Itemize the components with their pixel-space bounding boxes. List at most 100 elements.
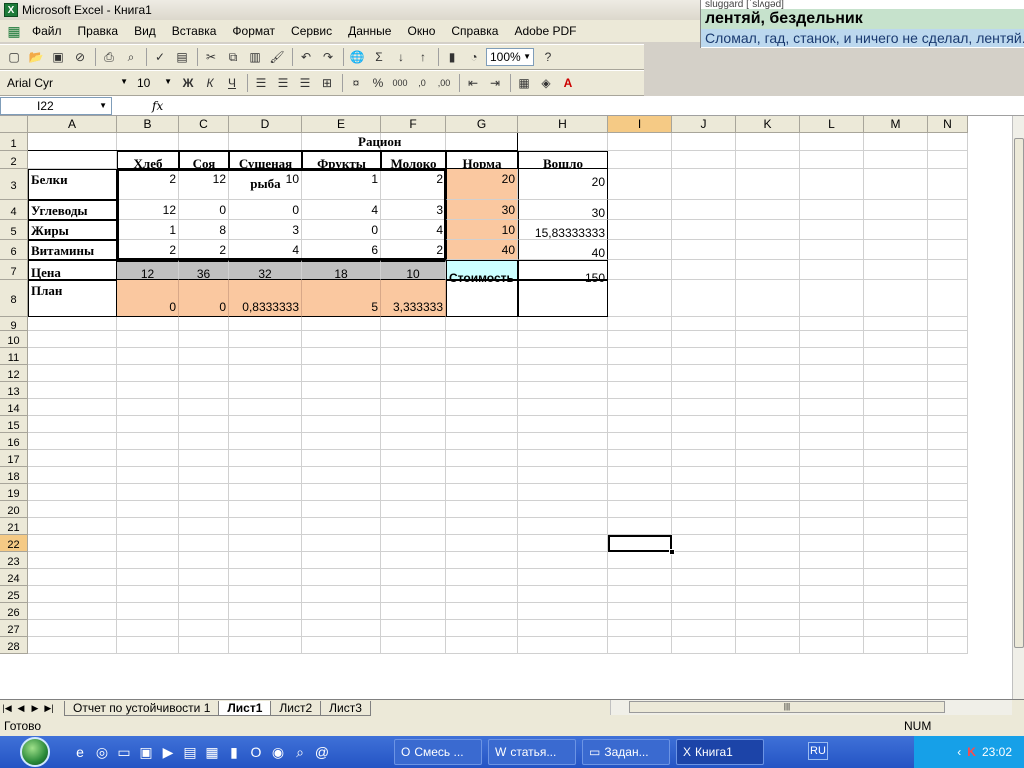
- cell[interactable]: [446, 501, 518, 518]
- cell[interactable]: [928, 317, 968, 331]
- cell[interactable]: [229, 637, 302, 654]
- cell[interactable]: [518, 133, 608, 151]
- font-color-icon[interactable]: A: [558, 73, 578, 93]
- cell[interactable]: [179, 603, 229, 620]
- column-header-n[interactable]: N: [928, 116, 968, 133]
- nutrient-value[interactable]: 0: [229, 200, 302, 220]
- row-header-11[interactable]: 11: [0, 348, 28, 365]
- cell[interactable]: [179, 501, 229, 518]
- row-header-9[interactable]: 9: [0, 317, 28, 332]
- cell[interactable]: [229, 603, 302, 620]
- cell[interactable]: [229, 484, 302, 501]
- column-header-g[interactable]: G: [446, 116, 518, 133]
- cell[interactable]: [179, 348, 229, 365]
- cell[interactable]: [302, 399, 381, 416]
- row-header-18[interactable]: 18: [0, 467, 28, 484]
- borders-icon[interactable]: ▦: [514, 73, 534, 93]
- percent-icon[interactable]: %: [368, 73, 388, 93]
- cell[interactable]: [736, 280, 800, 317]
- cell[interactable]: [736, 317, 800, 331]
- italic-icon[interactable]: К: [200, 73, 220, 93]
- cell[interactable]: [608, 552, 672, 569]
- cell[interactable]: [381, 637, 446, 654]
- header-6[interactable]: Вошло: [518, 151, 608, 171]
- row-header-8[interactable]: 8: [0, 280, 28, 317]
- cell[interactable]: [608, 518, 672, 535]
- cell[interactable]: [672, 416, 736, 433]
- cell[interactable]: [229, 518, 302, 535]
- column-header-m[interactable]: M: [864, 116, 928, 133]
- cell[interactable]: [28, 518, 117, 535]
- cell[interactable]: [179, 317, 229, 331]
- cell[interactable]: [381, 416, 446, 433]
- cell[interactable]: [117, 586, 179, 603]
- got-value[interactable]: 15,83333333: [518, 220, 608, 240]
- header-5[interactable]: Норма: [446, 151, 518, 171]
- cell[interactable]: [179, 535, 229, 552]
- norm-value[interactable]: 10: [446, 220, 518, 240]
- plan-value[interactable]: 0,8333333: [229, 280, 302, 317]
- cell[interactable]: [381, 501, 446, 518]
- cell[interactable]: [381, 467, 446, 484]
- nutrient-name[interactable]: Белки: [28, 169, 117, 200]
- norm-value[interactable]: 20: [446, 169, 518, 200]
- cell[interactable]: [117, 450, 179, 467]
- cell[interactable]: [381, 348, 446, 365]
- cell[interactable]: [800, 365, 864, 382]
- cell[interactable]: [928, 433, 968, 450]
- cell[interactable]: [28, 501, 117, 518]
- cell[interactable]: [672, 220, 736, 240]
- cell[interactable]: [736, 603, 800, 620]
- cell[interactable]: [381, 603, 446, 620]
- cell[interactable]: [608, 133, 672, 151]
- cell[interactable]: [381, 433, 446, 450]
- cell[interactable]: [928, 637, 968, 654]
- cell[interactable]: [117, 433, 179, 450]
- nutrient-value[interactable]: 4: [381, 220, 446, 240]
- cell[interactable]: [736, 416, 800, 433]
- sheet-title[interactable]: Рацион: [28, 133, 518, 151]
- cell[interactable]: [800, 331, 864, 348]
- column-header-e[interactable]: E: [302, 116, 381, 133]
- column-header-b[interactable]: B: [117, 116, 179, 133]
- cell[interactable]: [928, 240, 968, 260]
- cell[interactable]: [672, 501, 736, 518]
- redo-icon[interactable]: ↷: [318, 47, 338, 67]
- cell[interactable]: [28, 637, 117, 654]
- nutrient-value[interactable]: 3: [229, 220, 302, 240]
- cell[interactable]: [117, 518, 179, 535]
- cell[interactable]: [381, 382, 446, 399]
- cell[interactable]: [446, 569, 518, 586]
- cell[interactable]: [864, 501, 928, 518]
- cell[interactable]: [864, 348, 928, 365]
- last-sheet-icon[interactable]: ▶|: [42, 703, 56, 714]
- cell[interactable]: [28, 365, 117, 382]
- nutrient-value[interactable]: 2: [117, 169, 179, 200]
- cell[interactable]: [28, 484, 117, 501]
- row-header-16[interactable]: 16: [0, 433, 28, 450]
- cell[interactable]: [179, 382, 229, 399]
- cell[interactable]: [518, 450, 608, 467]
- cell[interactable]: [446, 467, 518, 484]
- cell[interactable]: [446, 518, 518, 535]
- empty-cell[interactable]: [518, 280, 608, 317]
- menu-format[interactable]: Формат: [232, 24, 275, 38]
- cell[interactable]: [928, 382, 968, 399]
- cell[interactable]: [179, 620, 229, 637]
- cell[interactable]: [117, 569, 179, 586]
- cell[interactable]: [800, 240, 864, 260]
- column-header-l[interactable]: L: [800, 116, 864, 133]
- cell[interactable]: [608, 169, 672, 200]
- vertical-scrollbar[interactable]: [1012, 116, 1024, 699]
- cell[interactable]: [179, 484, 229, 501]
- mail-icon[interactable]: @: [312, 742, 332, 762]
- merge-center-icon[interactable]: ⊞: [317, 73, 337, 93]
- row-header-6[interactable]: 6: [0, 240, 28, 260]
- cell[interactable]: [608, 501, 672, 518]
- cell[interactable]: [736, 133, 800, 151]
- cell[interactable]: [800, 433, 864, 450]
- cell[interactable]: [302, 586, 381, 603]
- cell[interactable]: [446, 586, 518, 603]
- cell[interactable]: [864, 151, 928, 169]
- desktop-icon[interactable]: ▭: [114, 742, 134, 762]
